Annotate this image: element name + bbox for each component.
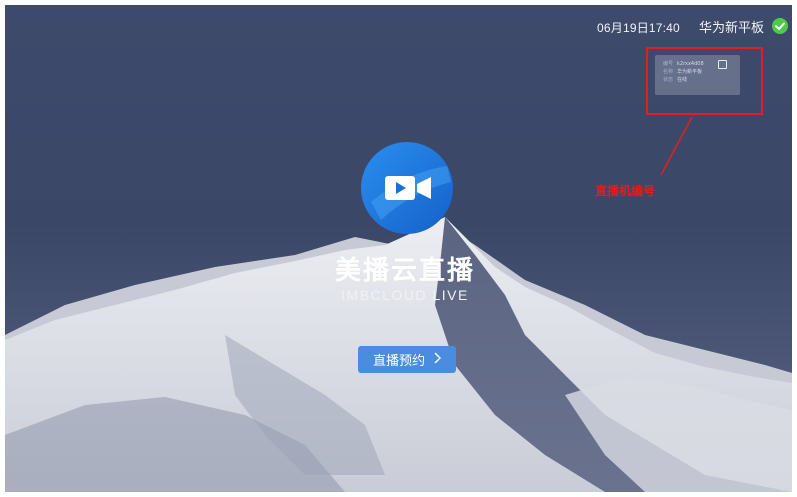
- status-device-name[interactable]: 华为新平板: [699, 17, 764, 36]
- live-reservation-button[interactable]: 直播预约: [358, 346, 456, 373]
- live-reservation-label: 直播预约: [372, 354, 425, 369]
- check-circle-icon: [772, 18, 788, 34]
- app-title: 美播云直播: [334, 256, 475, 286]
- video-camera-icon: [361, 142, 453, 234]
- app-subtitle: IMBCLOUD LIVE: [341, 287, 469, 303]
- annotation-label: 直播机编号: [595, 184, 656, 198]
- chevron-right-icon: [433, 352, 442, 367]
- annotation-highlight-box: [646, 47, 763, 115]
- app-screen: 06月19日17:40 华为新平板 编号 k2rxx4d08 名称 华为新平板 状态…: [5, 5, 792, 492]
- status-datetime: 06月19日17:40: [597, 21, 680, 35]
